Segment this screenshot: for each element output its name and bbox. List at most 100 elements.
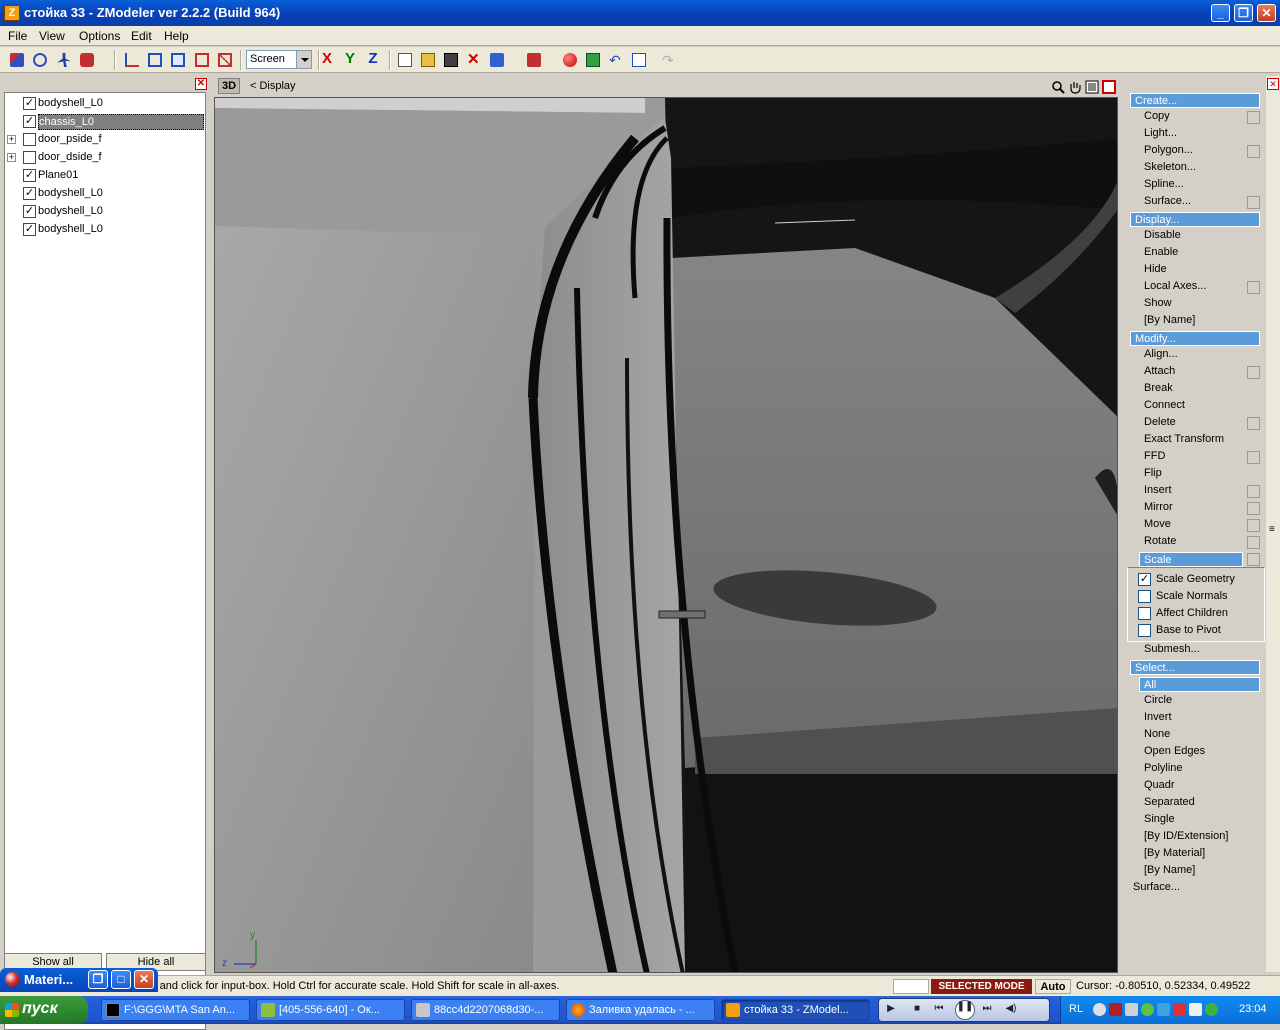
cmd-disable[interactable]: Disable bbox=[1144, 229, 1181, 241]
select-tool-icon[interactable] bbox=[8, 51, 26, 69]
axis-y-toggle[interactable]: Y bbox=[341, 50, 359, 68]
command-panel-scrollbar[interactable]: ✕ ≡ bbox=[1266, 76, 1280, 972]
safely-remove-icon[interactable] bbox=[1173, 1003, 1186, 1016]
start-button[interactable]: пуск bbox=[0, 996, 88, 1024]
visibility-checkbox[interactable] bbox=[23, 133, 36, 146]
cmd-by-name[interactable]: [By Name] bbox=[1144, 314, 1195, 326]
stop-icon[interactable]: ■ bbox=[909, 1003, 925, 1017]
auto-mode-badge[interactable]: Auto bbox=[1035, 979, 1071, 994]
attach-options-box[interactable] bbox=[1247, 366, 1260, 379]
volume-icon[interactable]: ◀) bbox=[1003, 1003, 1019, 1017]
undo-icon[interactable]: ↶ bbox=[607, 51, 625, 69]
materials-close-button[interactable]: ✕ bbox=[134, 970, 154, 989]
create-section-header[interactable]: Create... bbox=[1130, 93, 1260, 108]
expand-icon[interactable]: + bbox=[7, 153, 16, 162]
cmd-light[interactable]: Light... bbox=[1144, 127, 1177, 139]
select-section-header[interactable]: Select... bbox=[1130, 660, 1260, 675]
viewport-mode-badge[interactable]: 3D bbox=[218, 78, 240, 94]
surface-section-header[interactable]: Surface... bbox=[1133, 881, 1180, 893]
cmd-polygon[interactable]: Polygon... bbox=[1144, 144, 1193, 156]
menu-file[interactable]: File bbox=[8, 29, 27, 43]
cmd-copy[interactable]: Copy bbox=[1144, 110, 1170, 122]
player-icon[interactable]: ▶ bbox=[883, 1003, 899, 1017]
tree-item[interactable]: ✓ bodyshell_L0 bbox=[5, 95, 205, 113]
view-mode-select[interactable]: Screen bbox=[246, 50, 312, 69]
tree-item-selected[interactable]: ✓ chassis_L0 bbox=[5, 113, 205, 131]
cmd-move[interactable]: Move bbox=[1144, 518, 1171, 530]
maximize-viewport-icon[interactable] bbox=[1085, 80, 1099, 94]
delete-options-box[interactable] bbox=[1247, 417, 1260, 430]
cube-rotate-icon[interactable] bbox=[193, 51, 211, 69]
menu-options[interactable]: Options bbox=[79, 29, 120, 43]
cmd-enable[interactable]: Enable bbox=[1144, 246, 1178, 258]
select-all-active[interactable]: All bbox=[1139, 677, 1260, 692]
materials-restore-button[interactable]: ❐ bbox=[88, 970, 108, 989]
export-icon[interactable] bbox=[525, 51, 543, 69]
cmd-rotate[interactable]: Rotate bbox=[1144, 535, 1176, 547]
visibility-checkbox[interactable]: ✓ bbox=[23, 223, 36, 236]
minimize-button[interactable]: _ bbox=[1211, 4, 1230, 22]
antivirus-icon[interactable] bbox=[1109, 1003, 1122, 1016]
cmd-delete[interactable]: Delete bbox=[1144, 416, 1176, 428]
3d-viewport[interactable]: y z bbox=[214, 97, 1118, 973]
language-indicator[interactable]: RL bbox=[1069, 1003, 1083, 1015]
scale-options-box[interactable] bbox=[1247, 553, 1260, 566]
cmd-attach[interactable]: Attach bbox=[1144, 365, 1175, 377]
cmd-mirror[interactable]: Mirror bbox=[1144, 501, 1173, 513]
taskbar-item-browser[interactable]: Заливка удалась - ... bbox=[566, 999, 715, 1021]
maximize-button[interactable]: ❐ bbox=[1234, 4, 1253, 22]
cmd-polyline[interactable]: Polyline bbox=[1144, 762, 1183, 774]
expand-icon[interactable]: + bbox=[7, 135, 16, 144]
material-select-icon[interactable] bbox=[78, 51, 96, 69]
close-panel-icon[interactable]: ✕ bbox=[195, 78, 207, 90]
cube-icon[interactable] bbox=[146, 51, 164, 69]
security-check-icon[interactable] bbox=[1205, 1003, 1218, 1016]
cmd-exact-transform[interactable]: Exact Transform bbox=[1144, 433, 1224, 445]
visibility-checkbox[interactable]: ✓ bbox=[23, 115, 36, 128]
ffd-options-box[interactable] bbox=[1247, 451, 1260, 464]
render-icon[interactable] bbox=[584, 51, 602, 69]
cube-outline-icon[interactable] bbox=[169, 51, 187, 69]
keyboard-icon[interactable] bbox=[1189, 1003, 1202, 1016]
copy-options-box[interactable] bbox=[1247, 111, 1260, 124]
insert-options-box[interactable] bbox=[1247, 485, 1260, 498]
modify-section-header[interactable]: Modify... bbox=[1130, 331, 1260, 346]
rotate-options-box[interactable] bbox=[1247, 536, 1260, 549]
menu-help[interactable]: Help bbox=[164, 29, 189, 43]
cmd-select-by-name[interactable]: [By Name] bbox=[1144, 864, 1195, 876]
tree-item[interactable]: ✓ bodyshell_L0 bbox=[5, 203, 205, 221]
skeleton-icon[interactable] bbox=[55, 51, 73, 69]
import-icon[interactable] bbox=[488, 51, 506, 69]
visibility-checkbox[interactable]: ✓ bbox=[23, 187, 36, 200]
cmd-show[interactable]: Show bbox=[1144, 297, 1172, 309]
save-icon[interactable] bbox=[442, 51, 460, 69]
zoom-icon[interactable] bbox=[1051, 80, 1065, 94]
affect-children-checkbox[interactable] bbox=[1138, 607, 1151, 620]
tray-app-icon[interactable] bbox=[1125, 1003, 1138, 1016]
cmd-circle[interactable]: Circle bbox=[1144, 694, 1172, 706]
breadcrumb[interactable]: < Display bbox=[250, 80, 296, 92]
visibility-checkbox[interactable] bbox=[23, 151, 36, 164]
move-options-box[interactable] bbox=[1247, 519, 1260, 532]
cmd-surface[interactable]: Surface... bbox=[1144, 195, 1191, 207]
cmd-local-axes[interactable]: Local Axes... bbox=[1144, 280, 1206, 292]
tree-item[interactable]: + door_pside_f bbox=[5, 131, 205, 149]
visibility-checkbox[interactable]: ✓ bbox=[23, 97, 36, 110]
close-panel-icon[interactable]: ✕ bbox=[1267, 78, 1279, 90]
taskbar-item-console[interactable]: F:\GGG\MTA San An... bbox=[101, 999, 250, 1021]
network-icon[interactable] bbox=[1093, 1003, 1106, 1016]
cmd-none[interactable]: None bbox=[1144, 728, 1170, 740]
cmd-break[interactable]: Break bbox=[1144, 382, 1173, 394]
next-icon[interactable]: ⏭ bbox=[979, 1003, 995, 1017]
notes-icon[interactable] bbox=[630, 51, 648, 69]
local-axes-options-box[interactable] bbox=[1247, 281, 1260, 294]
materials-maximize-button[interactable]: □ bbox=[111, 970, 131, 989]
base-to-pivot-checkbox[interactable] bbox=[1138, 624, 1151, 637]
tree-item[interactable]: ✓ bodyshell_L0 bbox=[5, 185, 205, 203]
pan-hand-icon[interactable] bbox=[1068, 80, 1082, 94]
polyline-icon[interactable] bbox=[123, 51, 141, 69]
chevron-down-icon[interactable] bbox=[296, 51, 311, 68]
scroll-grip-icon[interactable]: ≡ bbox=[1269, 524, 1275, 535]
cmd-flip[interactable]: Flip bbox=[1144, 467, 1162, 479]
previous-icon[interactable]: ⏮ bbox=[931, 1003, 947, 1017]
